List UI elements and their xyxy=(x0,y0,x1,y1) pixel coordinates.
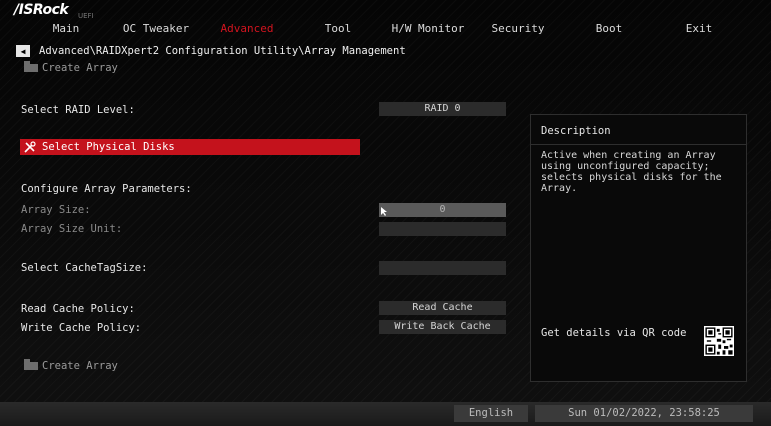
uefi-label: UEFI xyxy=(78,12,94,20)
mouse-cursor-icon xyxy=(381,207,387,216)
folder-icon xyxy=(24,359,38,370)
language-selector[interactable]: English xyxy=(454,405,528,422)
tab-security[interactable]: Security xyxy=(492,22,545,35)
create-array-button[interactable]: Create Array xyxy=(24,359,118,372)
qr-code-icon[interactable] xyxy=(704,326,734,356)
array-size-unit-dropdown[interactable] xyxy=(379,222,506,236)
breadcrumb-path: Advanced\RAIDXpert2 Configuration Utilit… xyxy=(39,45,406,57)
back-arrow-icon[interactable]: ◀ xyxy=(16,45,30,57)
read-cache-policy-label: Read Cache Policy: xyxy=(21,303,135,315)
breadcrumb: ◀ Advanced\RAIDXpert2 Configuration Util… xyxy=(16,44,406,58)
raid-level-dropdown[interactable]: RAID 0 xyxy=(379,102,506,116)
select-physical-disks-label: Select Physical Disks xyxy=(42,141,175,153)
create-array-button-label: Create Array xyxy=(42,360,118,372)
description-panel: Description Active when creating an Arra… xyxy=(530,114,747,382)
array-size-field[interactable]: 0 xyxy=(379,203,506,217)
tab-exit[interactable]: Exit xyxy=(686,22,713,35)
description-divider xyxy=(531,144,746,145)
qr-code-label: Get details via QR code xyxy=(541,327,687,339)
create-array-header: Create Array xyxy=(24,61,118,74)
configure-array-parameters-label: Configure Array Parameters: xyxy=(21,183,192,195)
description-title: Description xyxy=(541,125,611,137)
create-array-header-label: Create Array xyxy=(42,62,118,74)
write-cache-policy-label: Write Cache Policy: xyxy=(21,322,142,334)
select-physical-disks-item[interactable]: Select Physical Disks xyxy=(20,139,360,155)
read-cache-policy-dropdown[interactable]: Read Cache xyxy=(379,301,506,315)
tab-boot[interactable]: Boot xyxy=(596,22,623,35)
asrock-logo: /ISRock xyxy=(14,2,69,18)
description-text: Active when creating an Array using unco… xyxy=(541,150,722,194)
array-size-label: Array Size: xyxy=(21,204,91,216)
tab-main[interactable]: Main xyxy=(53,22,80,35)
wrench-screwdriver-icon xyxy=(24,141,36,153)
tab-tool[interactable]: Tool xyxy=(325,22,352,35)
select-raid-level-label: Select RAID Level: xyxy=(21,104,135,116)
date-time-display: Sun 01/02/2022, 23:58:25 xyxy=(535,405,753,422)
write-cache-policy-dropdown[interactable]: Write Back Cache xyxy=(379,320,506,334)
tab-hw-monitor[interactable]: H/W Monitor xyxy=(392,22,465,35)
cache-tag-size-dropdown[interactable] xyxy=(379,261,506,275)
folder-icon xyxy=(24,61,38,72)
tab-advanced[interactable]: Advanced xyxy=(221,22,274,35)
top-navigation: Main OC Tweaker Advanced Tool H/W Monito… xyxy=(0,20,771,38)
tab-oc-tweaker[interactable]: OC Tweaker xyxy=(123,22,189,35)
array-size-unit-label: Array Size Unit: xyxy=(21,223,123,235)
cache-tag-size-label: Select CacheTagSize: xyxy=(21,262,148,274)
